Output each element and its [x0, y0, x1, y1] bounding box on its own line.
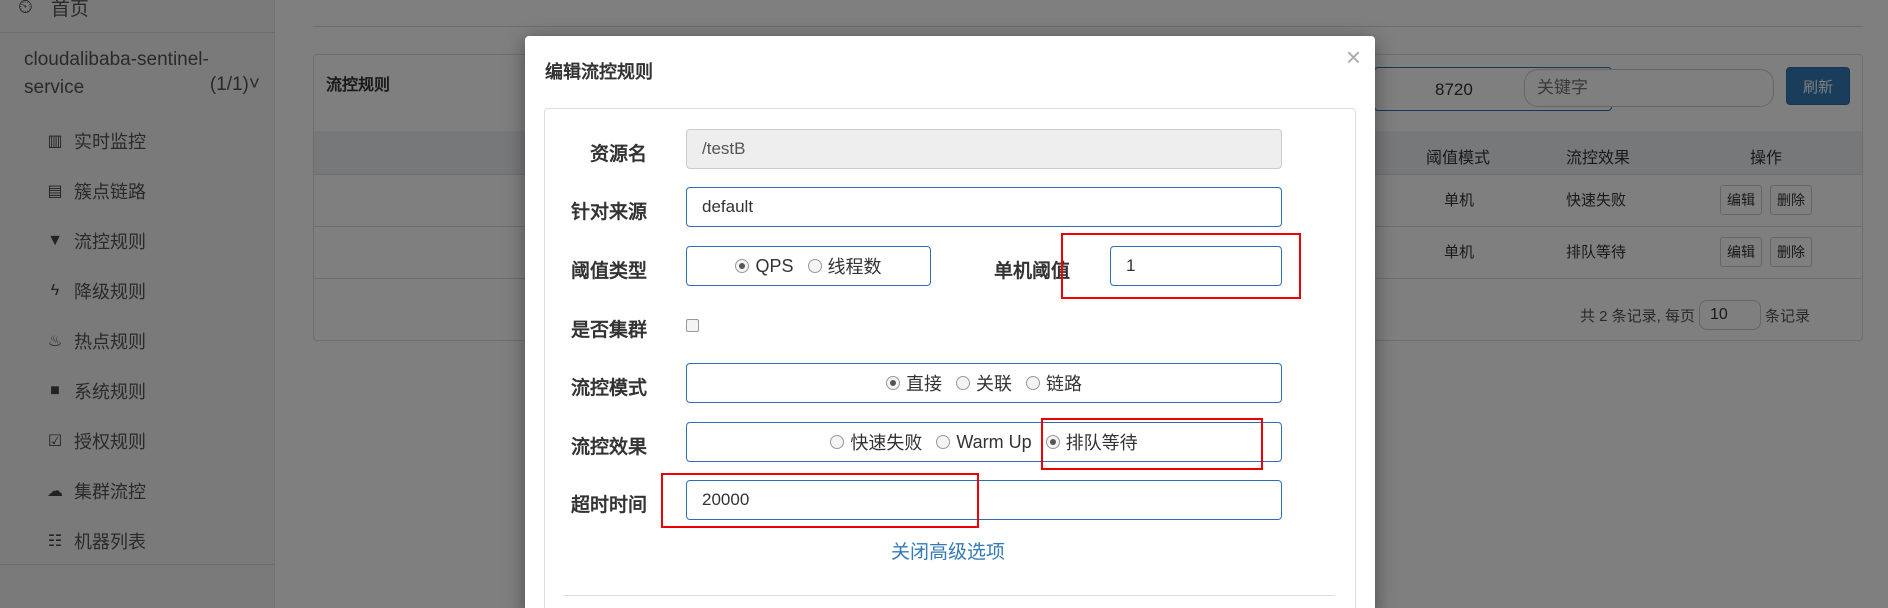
resource-name-field[interactable]	[686, 129, 1282, 169]
flow-effect-label: 流控效果	[571, 437, 648, 458]
close-icon[interactable]: ×	[1346, 42, 1361, 73]
radio-direct[interactable]: 直接	[886, 370, 942, 396]
single-threshold-label: 单机阈值	[994, 261, 1071, 282]
radio-thread-count[interactable]: 线程数	[807, 253, 882, 279]
radio-dot	[807, 259, 822, 273]
flow-mode-label: 流控模式	[571, 378, 648, 399]
highlight-box-effect	[1041, 418, 1263, 470]
threshold-type-label: 阈值类型	[571, 261, 648, 282]
origin-label: 针对来源	[571, 202, 648, 223]
radio-dot	[1026, 376, 1040, 390]
resource-label: 资源名	[590, 144, 648, 165]
radio-chain[interactable]: 链路	[1026, 370, 1082, 396]
dialog-title: 编辑流控规则	[545, 62, 653, 82]
radio-relate[interactable]: 关联	[956, 370, 1012, 396]
radio-dot	[956, 376, 970, 390]
highlight-box-threshold	[1061, 233, 1301, 299]
dialog-divider	[563, 595, 1335, 596]
threshold-type-group: QPS 线程数	[686, 246, 931, 286]
cluster-checkbox[interactable]	[686, 319, 699, 332]
radio-dot	[936, 435, 951, 449]
radio-warm-up[interactable]: Warm Up	[936, 432, 1032, 453]
radio-fast-fail[interactable]: 快速失败	[830, 429, 922, 455]
radio-qps[interactable]: QPS	[735, 256, 794, 277]
rule-form: 资源名 针对来源 阈值类型 QPS 线程数 单机阈值 是否集群 流控模式 直接 …	[544, 108, 1356, 608]
timeout-label: 超时时间	[571, 495, 648, 516]
highlight-box-timeout	[661, 473, 979, 528]
cluster-label: 是否集群	[571, 320, 648, 341]
radio-dot	[735, 259, 750, 273]
radio-dot	[886, 376, 900, 390]
limit-app-field[interactable]	[686, 187, 1282, 227]
radio-dot	[830, 435, 845, 449]
flow-mode-group: 直接 关联 链路	[686, 363, 1282, 403]
toggle-advanced-link[interactable]: 关闭高级选项	[891, 537, 1005, 564]
